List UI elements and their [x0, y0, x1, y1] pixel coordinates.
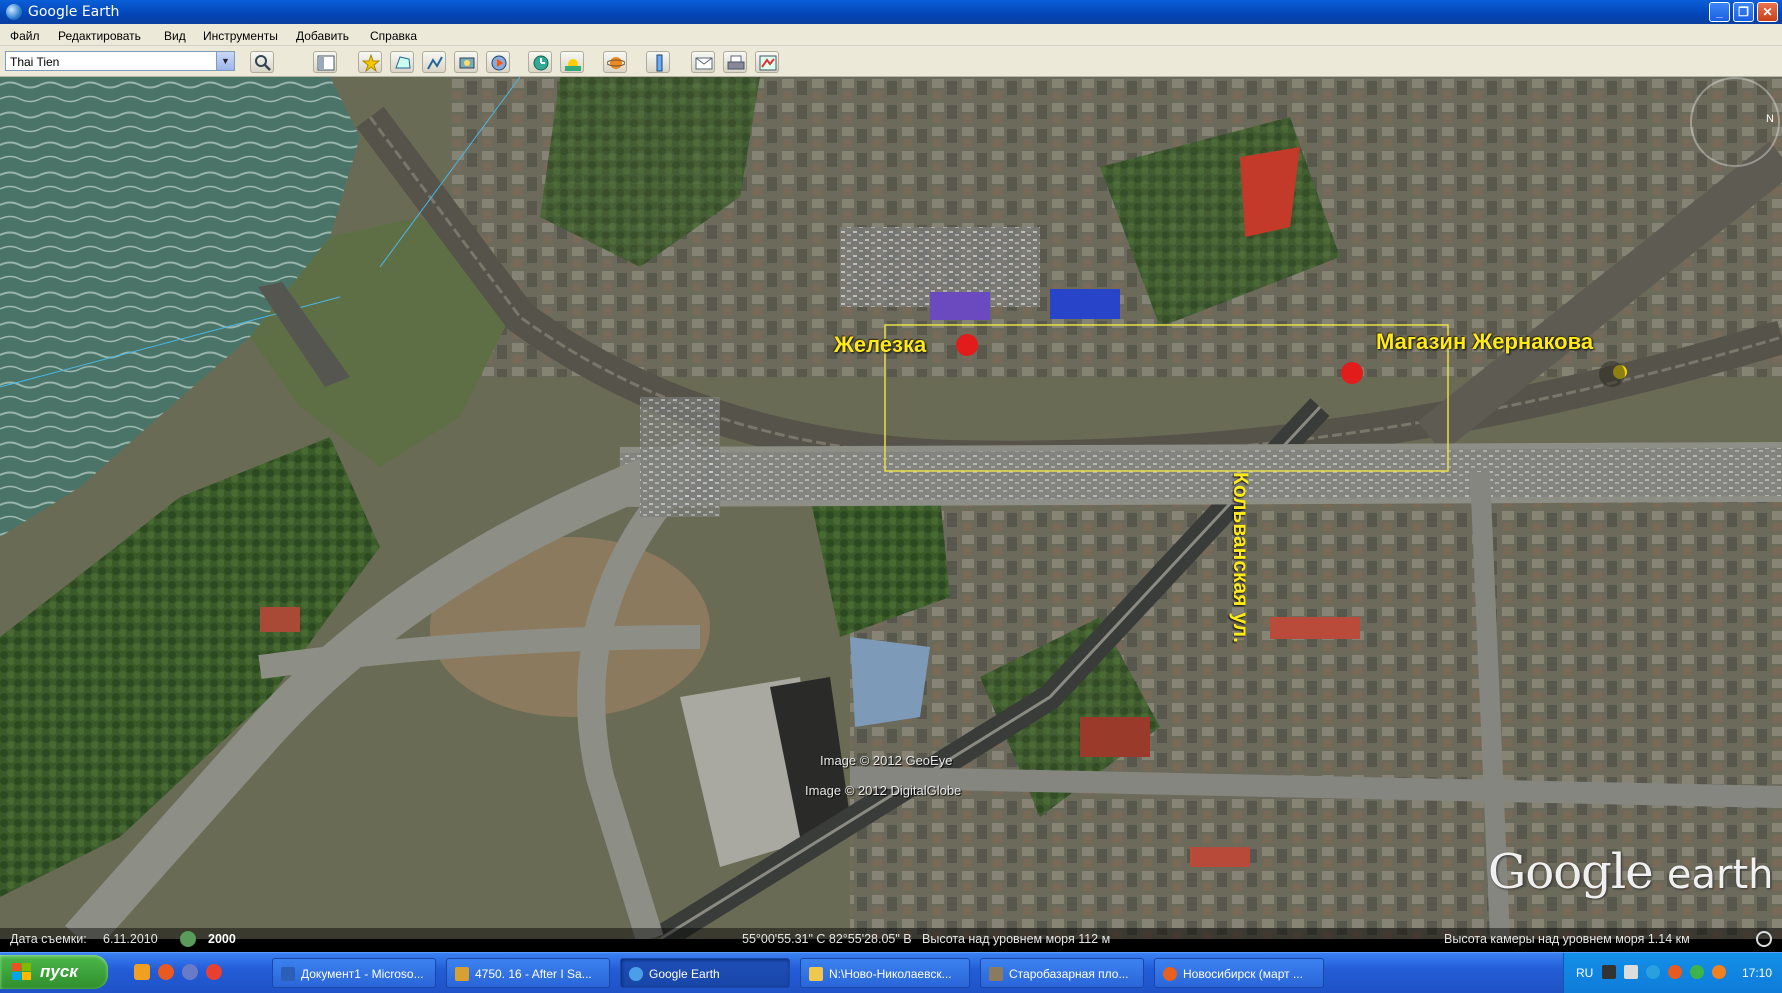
- menu-bar: Файл Редактировать Вид Инструменты Добав…: [0, 24, 1782, 46]
- firefox-icon: [1163, 967, 1177, 981]
- polygon-icon[interactable]: [390, 51, 414, 73]
- word-icon: [281, 967, 295, 981]
- search-input[interactable]: Thai Tien: [5, 51, 235, 71]
- historical-imagery-icon[interactable]: [180, 931, 196, 947]
- copyright-digitalglobe: Image © 2012 DigitalGlobe: [805, 783, 962, 798]
- planets-icon[interactable]: [603, 51, 627, 73]
- coordinates: 55°00'55.31" С 82°55'28.05" В: [742, 932, 912, 946]
- map-view[interactable]: Железка Магазин Жернакова Кольванская ул…: [0, 77, 1782, 939]
- search-icon[interactable]: [250, 51, 274, 73]
- streaming-icon: [1756, 931, 1772, 947]
- elevation: Высота над уровнем моря 112 м: [922, 932, 1111, 946]
- date-label: Дата съемки:: [10, 932, 87, 946]
- language-indicator[interactable]: RU: [1576, 966, 1593, 980]
- status-bar: Дата съемки: 6.11.2010 2000 55°00'55.31"…: [0, 928, 1782, 950]
- firefox-icon[interactable]: [158, 964, 174, 980]
- tour-icon[interactable]: [486, 51, 510, 73]
- menu-tools[interactable]: Инструменты: [203, 29, 278, 43]
- task-aftereffects[interactable]: 4750. 16 - After I Sa...: [446, 958, 610, 988]
- chevron-down-icon[interactable]: ▼: [216, 52, 234, 70]
- sidebar-icon[interactable]: [313, 51, 337, 73]
- chrome-icon[interactable]: [206, 964, 222, 980]
- google-earth-logo: Google earth: [1488, 844, 1774, 900]
- system-tray: RU 17:10: [1563, 953, 1782, 993]
- task-image[interactable]: Старобазарная пло...: [980, 958, 1144, 988]
- ruler-icon[interactable]: [646, 51, 670, 73]
- year-badge: 2000: [208, 932, 236, 946]
- start-button[interactable]: пуск: [0, 955, 108, 989]
- clock: 17:10: [1742, 966, 1773, 980]
- menu-file[interactable]: Файл: [10, 29, 40, 43]
- close-button[interactable]: ✕: [1757, 2, 1778, 22]
- imagery-date: 6.11.2010: [103, 932, 158, 946]
- maximize-button[interactable]: ❐: [1733, 2, 1754, 22]
- google-earth-window: Google Earth _ ❐ ✕ Файл Редактировать Ви…: [0, 0, 1782, 993]
- outlook-icon[interactable]: [134, 964, 150, 980]
- path-icon[interactable]: [422, 51, 446, 73]
- image-overlay-icon[interactable]: [454, 51, 478, 73]
- camera-altitude: Высота камеры над уровнем моря 1.14 км: [1444, 932, 1690, 946]
- window-title: Google Earth: [28, 4, 120, 20]
- image-icon: [989, 967, 1003, 981]
- minimize-button[interactable]: _: [1709, 2, 1730, 22]
- task-google-earth[interactable]: Google Earth: [620, 958, 790, 988]
- zhelezka-label: Железка: [834, 332, 927, 357]
- windows-icon: [12, 963, 31, 980]
- update-icon[interactable]: [1712, 965, 1726, 979]
- menu-view[interactable]: Вид: [164, 29, 186, 43]
- firefox-icon[interactable]: [1668, 965, 1682, 979]
- satellite-imagery: [0, 77, 1782, 939]
- title-bar[interactable]: Google Earth _ ❐ ✕: [0, 0, 1782, 24]
- bluetooth-icon[interactable]: [1646, 965, 1660, 979]
- sunlight-icon[interactable]: [560, 51, 584, 73]
- menu-edit[interactable]: Редактировать: [58, 29, 141, 43]
- task-document[interactable]: Документ1 - Microso...: [272, 958, 436, 988]
- toolbar: Thai Tien ▼: [0, 46, 1782, 77]
- app-icon: [455, 967, 469, 981]
- email-icon[interactable]: [691, 51, 715, 73]
- media-icon[interactable]: [182, 964, 198, 980]
- magazin-label: Магазин Жернакова: [1376, 329, 1594, 354]
- google-earth-icon: [6, 4, 22, 20]
- print-icon[interactable]: [723, 51, 747, 73]
- task-folder[interactable]: N:\Ново-Николаевск...: [800, 958, 970, 988]
- security-icon[interactable]: [1690, 965, 1704, 979]
- network-icon[interactable]: [1624, 965, 1638, 979]
- menu-add[interactable]: Добавить: [296, 29, 349, 43]
- start-label: пуск: [40, 962, 78, 981]
- google-earth-icon: [629, 967, 643, 981]
- maps-icon[interactable]: [755, 51, 779, 73]
- historical-imagery-icon[interactable]: [528, 51, 552, 73]
- placemark-icon[interactable]: [358, 51, 382, 73]
- north-icon: N: [1766, 113, 1774, 125]
- copyright-geoeye: Image © 2012 GeoEye: [820, 753, 953, 768]
- taskbar: пуск Документ1 - Microso... 4750. 16 - A…: [0, 952, 1782, 993]
- street-label: Кольванская ул.: [1229, 472, 1252, 643]
- help-icon[interactable]: [1602, 965, 1616, 979]
- task-browser[interactable]: Новосибирск (март ...: [1154, 958, 1324, 988]
- folder-icon: [809, 967, 823, 981]
- menu-help[interactable]: Справка: [370, 29, 417, 43]
